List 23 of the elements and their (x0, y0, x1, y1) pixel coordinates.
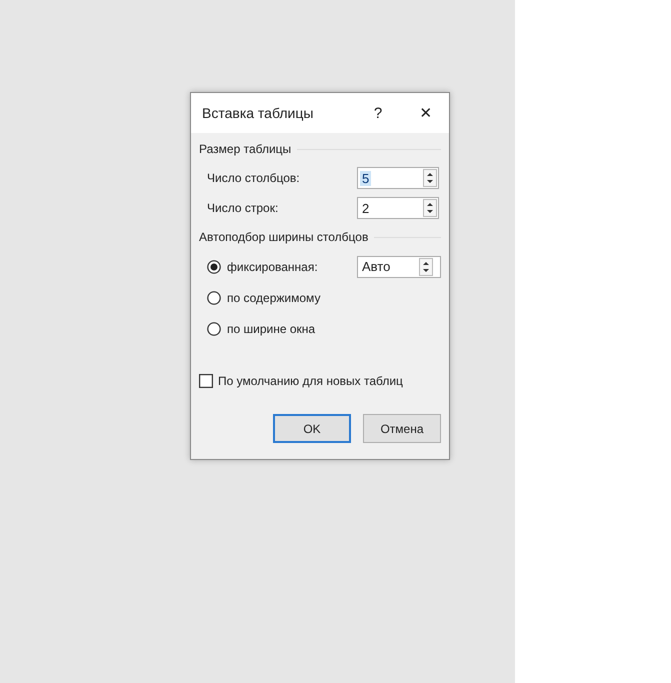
spin-arrows-icon[interactable] (423, 199, 437, 217)
radio-label[interactable]: фиксированная: (227, 260, 318, 274)
checkbox-label[interactable]: По умолчанию для новых таблиц (218, 374, 403, 388)
close-button[interactable]: ✕ (403, 95, 449, 131)
radio-label[interactable]: по содержимому (227, 290, 320, 304)
field-label: Число строк: (207, 201, 280, 215)
radio-button[interactable] (207, 322, 221, 336)
radio-button[interactable] (207, 260, 221, 274)
width-spinner[interactable]: Авто (357, 256, 441, 278)
checkbox[interactable] (199, 374, 213, 388)
cancel-button[interactable]: Отмена (363, 414, 441, 443)
field-label: Число столбцов: (207, 171, 301, 185)
number-spinner[interactable]: 2 (357, 197, 439, 219)
group-title: Автоподбор ширины столбцов (199, 230, 368, 244)
radio-button[interactable] (207, 290, 221, 304)
help-button[interactable]: ? (363, 95, 393, 131)
spin-arrows-icon[interactable] (423, 169, 437, 187)
spin-arrows-icon[interactable] (419, 258, 433, 276)
window-title: Вставка таблицы (202, 105, 314, 121)
ok-button[interactable]: OK (273, 414, 351, 443)
group-title: Размер таблицы (199, 142, 292, 156)
radio-label[interactable]: по ширине окна (227, 322, 316, 336)
number-spinner[interactable]: 5 (357, 167, 439, 189)
